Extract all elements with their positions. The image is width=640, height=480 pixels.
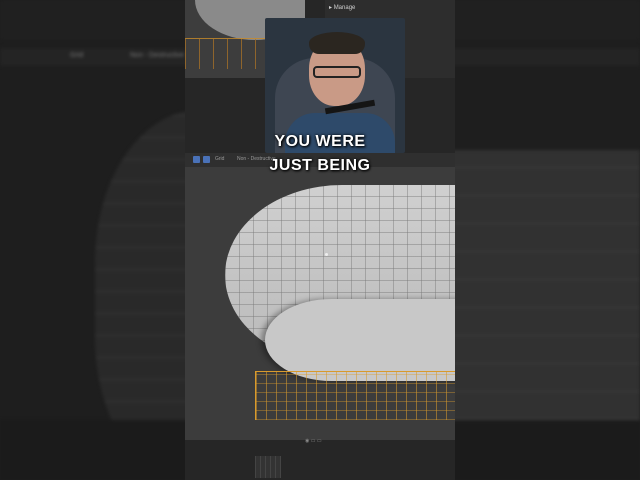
hair [309,32,365,54]
grid-thumbnail [255,456,281,478]
cursor-icon [325,253,328,256]
3d-viewport[interactable]: Grid Non - Destructive [185,153,455,440]
selected-wireframe[interactable] [255,371,455,420]
curved-panel-mesh[interactable] [265,299,455,381]
manage-item[interactable]: ▸ Manage [329,4,355,11]
bg-grid-label: Grid [70,52,84,59]
caption-line-2: JUST BEING [269,157,371,174]
glasses [313,66,361,78]
manage-label: Manage [333,5,356,11]
viewport-footer: ◉ ▭ ▭ [185,436,455,448]
center-column: ▸ Manage Grid Non - Destructive YOU WERE… [185,0,455,480]
bg-mode-label: Non - Destructive [130,52,185,59]
bg-cylinder-right [440,150,640,420]
play-icon: ▸ [329,5,333,11]
caption-line-1: YOU WERE [274,133,366,150]
footer-icon[interactable]: ◉ ▭ ▭ [305,438,322,444]
